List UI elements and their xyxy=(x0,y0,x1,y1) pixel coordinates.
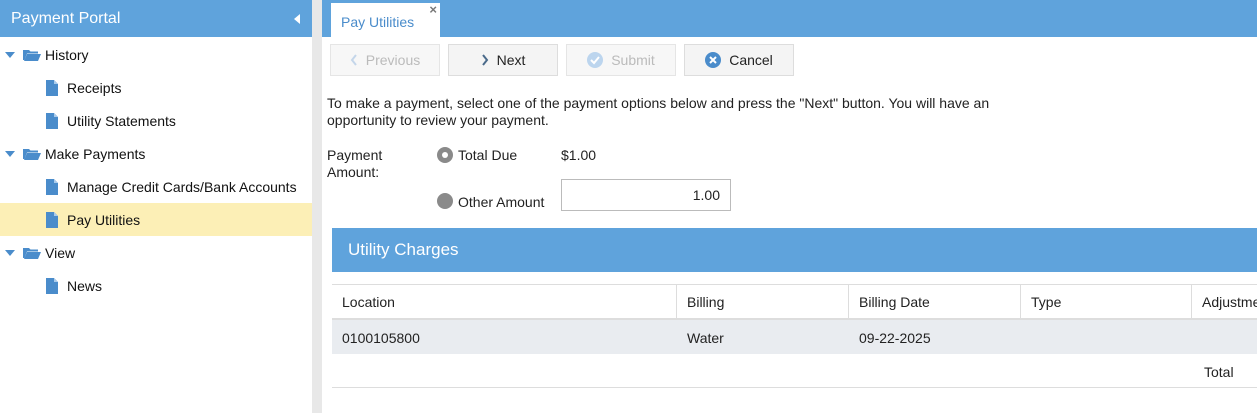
cell-billing-date: 09-22-2025 xyxy=(859,330,931,346)
document-icon xyxy=(46,112,58,129)
table-header: Location Billing Billing Date Type Adjus… xyxy=(332,284,1257,320)
sidebar-item-label: Receipts xyxy=(67,79,122,96)
tab-pay-utilities[interactable]: Pay Utilities × xyxy=(331,2,440,38)
column-header-location[interactable]: Location xyxy=(332,285,677,318)
nav-tree: History Receipts Utility Statements Make… xyxy=(0,37,312,302)
sidebar-title: Payment Portal xyxy=(11,9,121,27)
caret-down-icon[interactable] xyxy=(5,51,15,58)
folder-open-icon xyxy=(23,49,41,61)
document-icon xyxy=(46,79,58,96)
cell-type xyxy=(1021,320,1192,354)
other-amount-radio[interactable] xyxy=(437,193,453,209)
cancel-label: Cancel xyxy=(729,52,773,68)
next-label: Next xyxy=(496,52,526,68)
document-icon xyxy=(46,277,58,294)
other-amount-label: Other Amount xyxy=(458,194,545,210)
previous-button[interactable]: Previous xyxy=(330,44,440,76)
column-header-billing-date[interactable]: Billing Date xyxy=(849,285,1021,318)
table-footer: Total xyxy=(332,354,1257,388)
submit-button[interactable]: Submit xyxy=(566,44,676,76)
collapse-sidebar-icon[interactable] xyxy=(294,13,300,24)
sidebar-item-label: News xyxy=(67,277,103,294)
caret-down-icon[interactable] xyxy=(5,249,15,256)
other-amount-input[interactable] xyxy=(561,179,731,211)
table-row[interactable]: 0100105800 Water 09-22-2025 xyxy=(332,320,1257,354)
column-header-adjustment[interactable]: Adjustme xyxy=(1192,285,1257,318)
tree-folder-view[interactable]: View xyxy=(0,236,312,269)
payment-amount-label: Payment Amount: xyxy=(327,147,383,180)
sidebar-item-news[interactable]: News xyxy=(0,269,312,302)
caret-down-icon[interactable] xyxy=(5,150,15,157)
cell-billing: Water xyxy=(687,330,724,346)
document-icon xyxy=(46,178,58,195)
tree-folder-label: View xyxy=(45,244,76,261)
sidebar-item-receipts[interactable]: Receipts xyxy=(0,71,312,104)
cancel-circle-icon xyxy=(705,52,722,68)
close-icon[interactable]: × xyxy=(429,2,437,17)
tab-bar: Pay Utilities × xyxy=(322,0,1257,38)
column-header-type[interactable]: Type xyxy=(1021,285,1192,318)
tree-folder-label: Make Payments xyxy=(45,145,146,162)
utility-charges-header: Utility Charges xyxy=(332,228,1257,272)
chevron-right-icon xyxy=(481,54,489,66)
sidebar-item-utility-statements[interactable]: Utility Statements xyxy=(0,104,312,137)
submit-label: Submit xyxy=(611,52,655,68)
sidebar-item-manage-cards[interactable]: Manage Credit Cards/Bank Accounts xyxy=(0,170,312,203)
sidebar-item-label: Utility Statements xyxy=(67,112,176,129)
utility-charges-table: Location Billing Billing Date Type Adjus… xyxy=(332,284,1257,388)
folder-open-icon xyxy=(23,247,41,259)
tree-folder-history[interactable]: History xyxy=(0,38,312,71)
sidebar-item-pay-utilities[interactable]: Pay Utilities xyxy=(0,203,312,236)
cancel-button[interactable]: Cancel xyxy=(684,44,794,76)
document-icon xyxy=(46,211,58,228)
total-due-radio[interactable] xyxy=(437,147,453,163)
column-header-billing[interactable]: Billing xyxy=(677,285,849,318)
cell-location: 0100105800 xyxy=(342,330,420,346)
folder-open-icon xyxy=(23,148,41,160)
instructions-text: To make a payment, select one of the pay… xyxy=(327,95,990,128)
sidebar: Payment Portal History Receipts Utility … xyxy=(0,0,312,413)
tree-folder-label: History xyxy=(45,46,89,63)
sidebar-item-label: Pay Utilities xyxy=(67,211,141,228)
total-label: Total xyxy=(1204,364,1234,380)
next-button[interactable]: Next xyxy=(448,44,558,76)
cell-adjustment xyxy=(1192,320,1257,354)
check-circle-icon xyxy=(587,52,604,68)
tab-label: Pay Utilities xyxy=(341,14,415,30)
sidebar-item-label: Manage Credit Cards/Bank Accounts xyxy=(67,178,297,195)
sidebar-header: Payment Portal xyxy=(0,0,312,37)
chevron-left-icon xyxy=(350,54,358,66)
main-panel: Pay Utilities × Previous Next Submit Can… xyxy=(322,0,1257,413)
total-due-value: $1.00 xyxy=(561,147,597,163)
tree-folder-make-payments[interactable]: Make Payments xyxy=(0,137,312,170)
panel-splitter[interactable] xyxy=(312,0,322,413)
previous-label: Previous xyxy=(365,52,421,68)
total-due-label: Total Due xyxy=(458,147,518,163)
toolbar: Previous Next Submit Cancel xyxy=(330,44,802,76)
